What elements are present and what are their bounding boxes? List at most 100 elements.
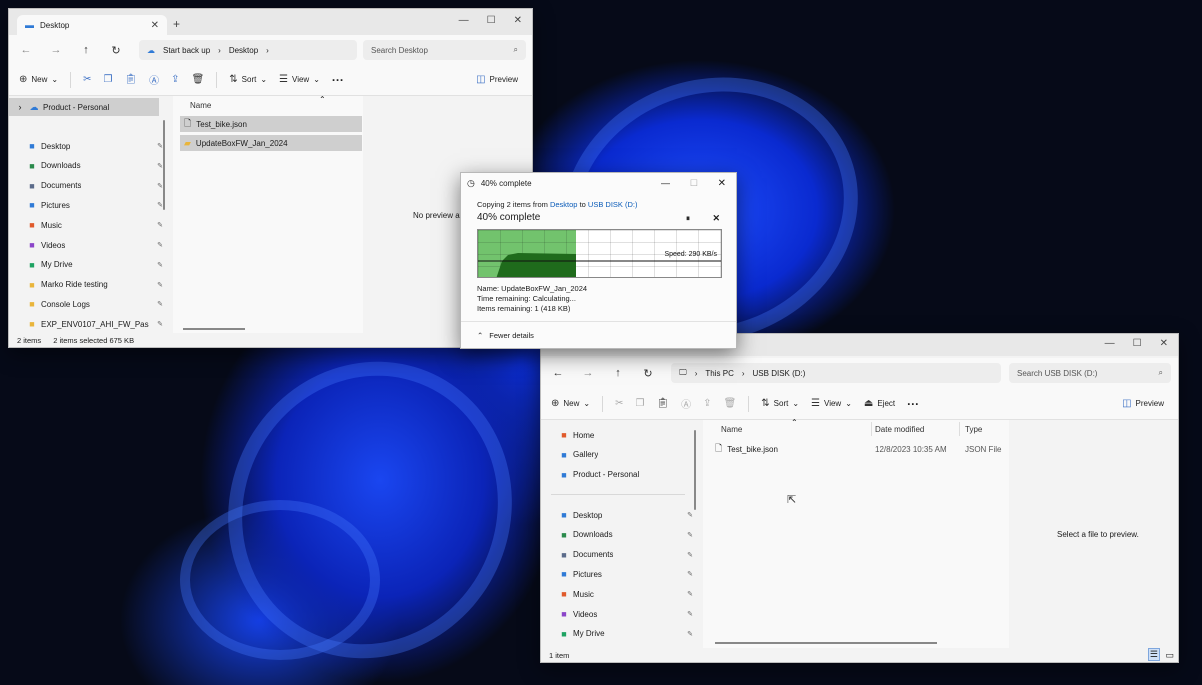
nav-item-product-personal[interactable]: ■ Product - Personal: [541, 466, 699, 484]
breadcrumb-this-pc[interactable]: This PC: [705, 369, 733, 378]
refresh-button[interactable]: ↻: [641, 367, 655, 380]
delete-button[interactable]: 🗑︎: [192, 74, 205, 85]
dialog-title-bar[interactable]: ◷ 40% complete — ☐ ✕: [461, 173, 736, 193]
nav-item-exp-env0107-ahi-fw-passive-c[interactable]: ■ EXP_ENV0107_AHI_FW_Passive_C ✎: [9, 315, 169, 333]
nav-item-product-personal[interactable]: › ☁ Product - Personal: [9, 98, 159, 116]
eject-button[interactable]: ⏏ Eject: [864, 398, 895, 409]
tab-desktop[interactable]: ▬ Desktop ✕: [17, 15, 167, 35]
minimize-button[interactable]: —: [1105, 338, 1115, 349]
breadcrumb[interactable]: 🖵︎ › This PC › USB DISK (D:): [671, 363, 1001, 383]
rename-button[interactable]: Ⓐ: [149, 72, 159, 87]
maximize-button[interactable]: ☐: [690, 178, 698, 189]
explorer-window-usb[interactable]: — ☐ ✕ ← → ↑ ↻ 🖵︎ › This PC › USB DISK (D…: [540, 333, 1179, 663]
search-icon: ⌕: [1158, 368, 1163, 377]
nav-item-desktop[interactable]: ■ Desktop ✎: [9, 137, 169, 155]
nav-item-documents[interactable]: ■ Documents ✎: [9, 177, 169, 195]
copy-button[interactable]: ❐: [636, 398, 645, 409]
preview-button[interactable]: ◫ Preview: [476, 74, 518, 85]
nav-item-documents[interactable]: ■ Documents ✎: [541, 546, 699, 564]
title-bar[interactable]: ▬ Desktop ✕ + — ☐ ✕: [9, 9, 532, 35]
pause-button[interactable]: ⏸: [686, 214, 690, 224]
up-button[interactable]: ↑: [611, 367, 625, 379]
source-link[interactable]: Desktop: [550, 200, 578, 209]
nav-item-pictures[interactable]: ■ Pictures ✎: [9, 196, 169, 214]
nav-item-home[interactable]: ■ Home: [541, 426, 699, 444]
file-row-updatebox[interactable]: ▰ UpdateBoxFW_Jan_2024: [180, 135, 362, 151]
breadcrumb[interactable]: ☁ Start back up › Desktop ›: [139, 40, 357, 60]
copy-button[interactable]: ❐: [104, 74, 113, 85]
minimize-button[interactable]: —: [661, 178, 670, 188]
nav-item-videos[interactable]: ■ Videos ✎: [9, 236, 169, 254]
maximize-button[interactable]: ☐: [1133, 338, 1142, 349]
more-options-button[interactable]: ···: [907, 397, 919, 411]
nav-item-downloads[interactable]: ■ Downloads ✎: [9, 157, 169, 175]
up-button[interactable]: ↑: [79, 44, 93, 56]
start-backup-link[interactable]: Start back up: [163, 46, 210, 55]
copy-progress-dialog[interactable]: ◷ 40% complete — ☐ ✕ Copying 2 items fro…: [460, 172, 737, 349]
details-view-icon[interactable]: ☰: [1147, 648, 1160, 661]
breadcrumb-usb-disk[interactable]: USB DISK (D:): [753, 369, 806, 378]
nav-scrollbar[interactable]: [163, 120, 165, 210]
column-header-name[interactable]: Name: [721, 425, 742, 434]
forward-button[interactable]: →: [49, 44, 63, 56]
view-button[interactable]: ☰ View ⌄: [279, 74, 320, 85]
forward-button[interactable]: →: [581, 367, 595, 379]
pin-icon: ✎: [157, 261, 163, 269]
nav-item-my-drive[interactable]: ■ My Drive ✎: [541, 625, 699, 643]
column-header-date-modified[interactable]: Date modified: [875, 425, 924, 434]
explorer-window-desktop[interactable]: ▬ Desktop ✕ + — ☐ ✕ ← → ↑ ↻ ☁ Start back…: [8, 8, 533, 348]
share-button[interactable]: ⇪: [171, 74, 179, 85]
minimize-button[interactable]: —: [459, 15, 469, 26]
delete-button[interactable]: 🗑︎: [724, 398, 737, 409]
nav-item-pictures[interactable]: ■ Pictures ✎: [541, 565, 699, 583]
horizontal-scrollbar[interactable]: [183, 328, 245, 330]
column-header-name[interactable]: Name: [190, 101, 211, 110]
cut-button[interactable]: ✂: [83, 74, 91, 85]
transfer-speed-graph: Speed: 290 KB/s: [477, 229, 722, 278]
nav-item-desktop[interactable]: ■ Desktop ✎: [541, 506, 699, 524]
more-options-button[interactable]: ···: [332, 73, 344, 87]
file-list: ⌃ Name Date modified Type 🗋 Test_bike.js…: [703, 418, 1009, 650]
paste-icon: 📋︎: [124, 74, 138, 85]
back-button[interactable]: ←: [19, 44, 33, 56]
horizontal-scrollbar[interactable]: [715, 642, 937, 644]
cut-button[interactable]: ✂: [615, 398, 623, 409]
nav-item-marko-ride-testing[interactable]: ■ Marko Ride testing ✎: [9, 276, 169, 294]
fewer-details-button[interactable]: ⌃ Fewer details: [477, 331, 534, 340]
breadcrumb-desktop[interactable]: Desktop: [229, 46, 258, 55]
maximize-button[interactable]: ☐: [487, 15, 496, 26]
nav-item-music[interactable]: ■ Music ✎: [9, 216, 169, 234]
new-button[interactable]: ⊕ New ⌄: [19, 74, 58, 85]
nav-item-console-logs[interactable]: ■ Console Logs ✎: [9, 295, 169, 313]
file-row-test-bike[interactable]: 🗋 Test_bike.json: [180, 116, 362, 132]
paste-button[interactable]: 📋︎: [656, 398, 669, 409]
nav-item-videos[interactable]: ■ Videos ✎: [541, 605, 699, 623]
close-window-button[interactable]: ✕: [1160, 338, 1168, 349]
view-button[interactable]: ☰ View ⌄: [811, 398, 852, 409]
share-button[interactable]: ⇪: [703, 398, 711, 409]
search-input[interactable]: Search Desktop ⌕: [363, 40, 526, 60]
close-window-button[interactable]: ✕: [514, 15, 522, 26]
tiles-view-icon[interactable]: ▭: [1165, 650, 1174, 661]
new-tab-button[interactable]: +: [173, 17, 180, 31]
nav-scrollbar[interactable]: [694, 430, 696, 510]
rename-button[interactable]: Ⓐ: [681, 396, 691, 411]
column-header-type[interactable]: Type: [965, 425, 982, 434]
search-input[interactable]: Search USB DISK (D:) ⌕: [1009, 363, 1171, 383]
close-dialog-button[interactable]: ✕: [718, 178, 726, 189]
new-button[interactable]: ⊕ New ⌄: [551, 398, 590, 409]
sort-button[interactable]: ⇅ Sort ⌄: [761, 398, 799, 409]
back-button[interactable]: ←: [551, 367, 565, 379]
cancel-copy-button[interactable]: ✕: [712, 213, 720, 224]
nav-item-gallery[interactable]: ■ Gallery: [541, 446, 699, 464]
nav-item-downloads[interactable]: ■ Downloads ✎: [541, 526, 699, 544]
nav-item-music[interactable]: ■ Music ✎: [541, 585, 699, 603]
nav-item-my-drive[interactable]: ■ My Drive ✎: [9, 256, 169, 274]
destination-link[interactable]: USB DISK (D:): [588, 200, 638, 209]
refresh-button[interactable]: ↻: [109, 44, 123, 57]
sort-button[interactable]: ⇅ Sort ⌄: [229, 74, 267, 85]
paste-button[interactable]: 📋︎: [124, 74, 137, 85]
preview-button[interactable]: ◫ Preview: [1122, 398, 1164, 409]
close-tab-icon[interactable]: ✕: [151, 20, 159, 31]
file-row-test-bike[interactable]: 🗋 Test_bike.json 12/8/2023 10:35 AM JSON…: [711, 441, 1007, 457]
